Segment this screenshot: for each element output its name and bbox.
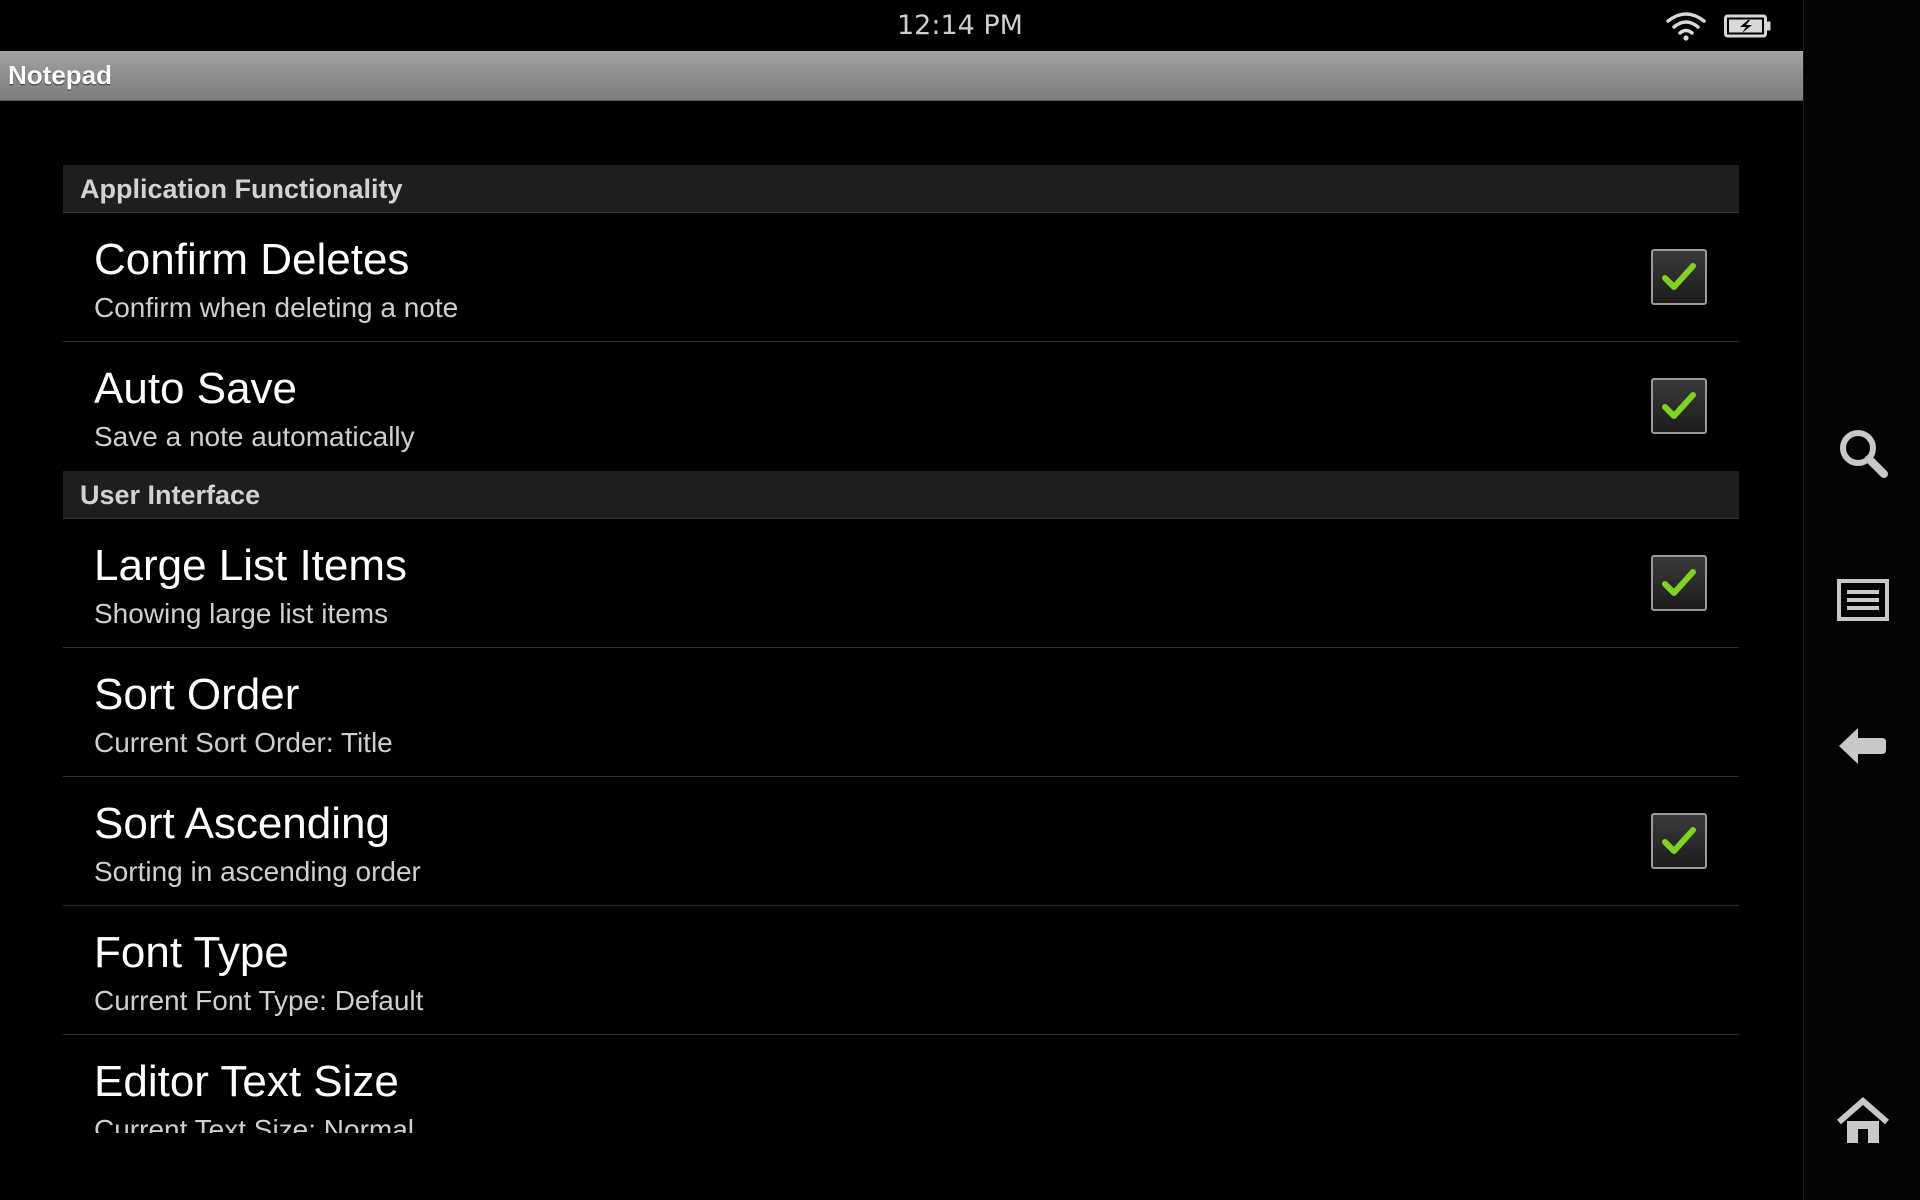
status-time: 12:14 PM <box>897 10 1023 41</box>
large-list-items-checkbox[interactable] <box>1651 555 1707 611</box>
category-header-user-interface: User Interface <box>63 471 1739 519</box>
pref-summary: Sorting in ascending order <box>94 856 421 887</box>
pref-title: Large List Items <box>94 541 408 590</box>
screen: 12:14 PM Notepad Application Functionali… <box>0 0 1920 1200</box>
pref-summary: Save a note automatically <box>94 421 415 452</box>
pref-confirm-deletes[interactable]: Confirm Deletes Confirm when deleting a … <box>63 213 1739 342</box>
pref-summary: Confirm when deleting a note <box>94 292 459 323</box>
pref-summary: Current Sort Order: Title <box>94 727 393 758</box>
battery-charging-icon <box>1724 14 1771 38</box>
sort-ascending-checkbox[interactable] <box>1651 813 1707 869</box>
app-title: Notepad <box>8 60 112 90</box>
pref-title: Sort Ascending <box>94 799 390 848</box>
home-button[interactable] <box>1825 1084 1901 1160</box>
pref-title: Font Type <box>94 928 289 977</box>
search-button[interactable] <box>1825 415 1901 491</box>
auto-save-checkbox[interactable] <box>1651 378 1707 434</box>
pref-summary: Current Font Type: Default <box>94 985 424 1016</box>
checkmark-icon <box>1662 827 1696 854</box>
pref-summary: Showing large list items <box>94 598 389 629</box>
category-header-application-functionality: Application Functionality <box>63 165 1739 213</box>
pref-auto-save[interactable]: Auto Save Save a note automatically <box>63 342 1739 471</box>
back-icon <box>1839 728 1886 764</box>
checkmark-icon <box>1662 392 1696 419</box>
pref-title: Confirm Deletes <box>94 235 410 284</box>
pref-title: Auto Save <box>94 364 298 413</box>
menu-icon <box>1837 579 1889 621</box>
home-icon <box>1837 1097 1889 1143</box>
action-bar: Notepad <box>0 51 1803 101</box>
pref-large-list-items[interactable]: Large List Items Showing large list item… <box>63 519 1739 648</box>
pref-sort-ascending[interactable]: Sort Ascending Sorting in ascending orde… <box>63 777 1739 906</box>
pref-summary: Current Text Size: Normal <box>94 1114 415 1133</box>
pref-title: Editor Text Size <box>94 1057 399 1106</box>
preferences-list[interactable]: Application Functionality Confirm Delete… <box>63 165 1739 1133</box>
confirm-deletes-checkbox[interactable] <box>1651 249 1707 305</box>
wifi-icon <box>1666 12 1706 41</box>
menu-button[interactable] <box>1825 562 1901 638</box>
pref-title: Sort Order <box>94 670 300 719</box>
pref-font-type[interactable]: Font Type Current Font Type: Default <box>63 906 1739 1035</box>
checkmark-icon <box>1662 263 1696 290</box>
system-nav-bar <box>1803 0 1920 1200</box>
pref-sort-order[interactable]: Sort Order Current Sort Order: Title <box>63 648 1739 777</box>
checkmark-icon <box>1662 569 1696 596</box>
search-icon <box>1840 430 1888 478</box>
pref-editor-text-size[interactable]: Editor Text Size Current Text Size: Norm… <box>63 1035 1739 1133</box>
back-button[interactable] <box>1825 708 1901 784</box>
